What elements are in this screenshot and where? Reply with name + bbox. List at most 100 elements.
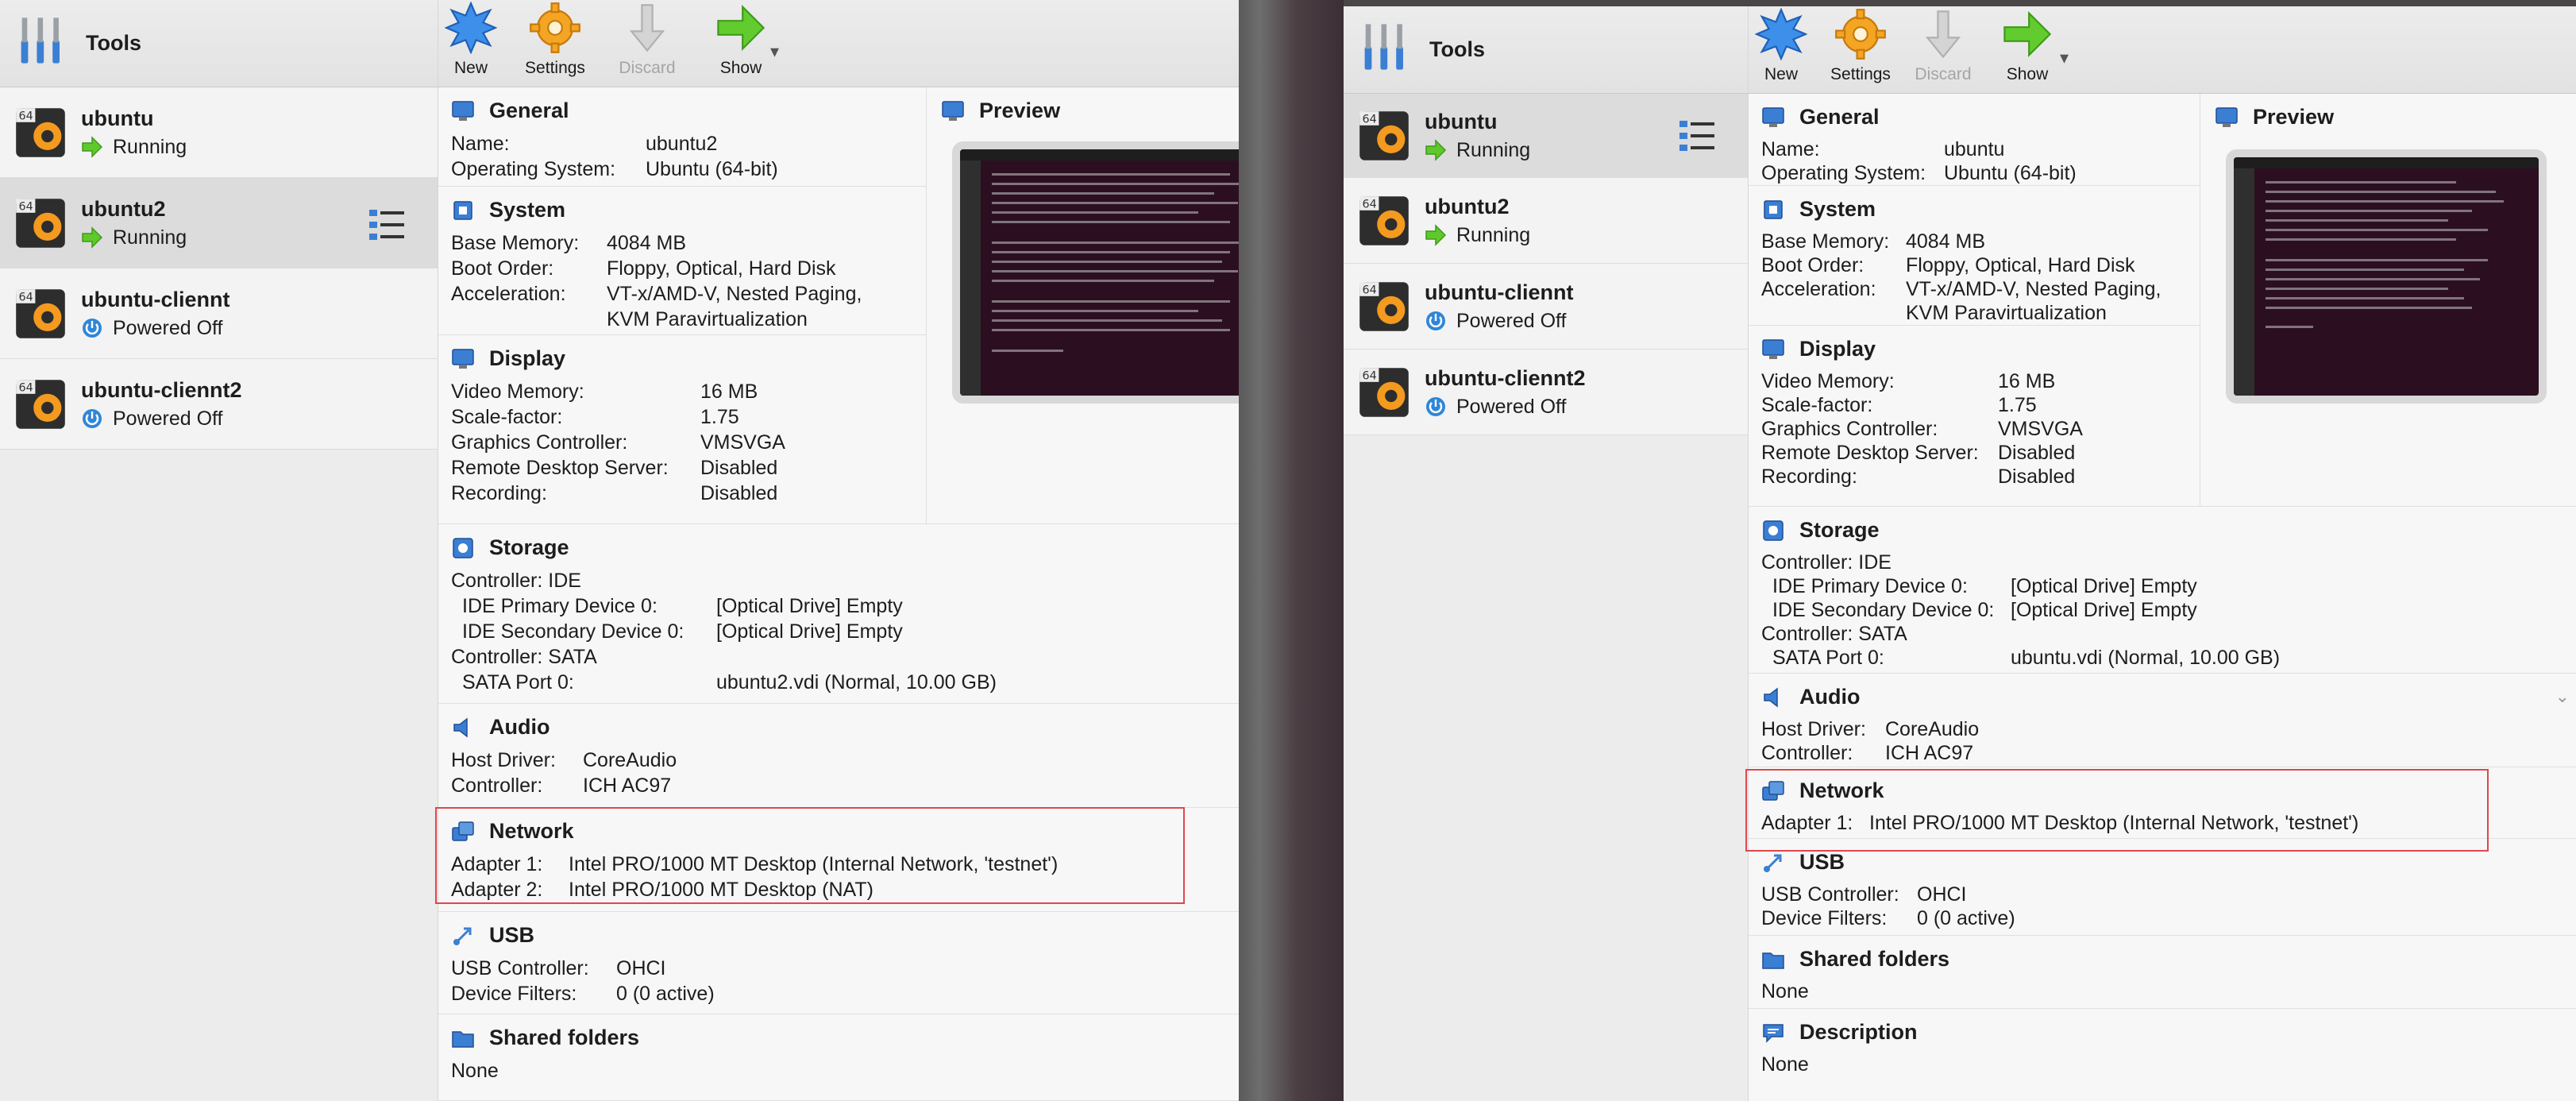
section-header-system[interactable]: System [1761,197,2200,222]
section-title: Description [1799,1020,1918,1044]
section-header-audio[interactable]: Audio [451,715,1239,740]
section-title: Preview [979,99,1061,122]
vm-state-label: Running [113,135,187,158]
svg-text:64: 64 [1363,284,1377,296]
svg-text:64: 64 [19,291,33,303]
section-header-system[interactable]: System [451,198,926,222]
field-value: Disabled [700,482,778,504]
section-header-storage[interactable]: Storage [1761,518,2576,543]
vm-state-label: Running [1456,138,1531,161]
show-dropdown-icon[interactable]: ▾ [770,41,779,62]
section-title: Storage [1799,518,1880,542]
vm-item-ubuntu2[interactable]: 64 ubuntu2 Running [0,178,438,268]
section-storage: Storage Controller: IDE IDE Primary Devi… [1749,507,2576,674]
show-label: Show [2006,65,2049,83]
section-header-general[interactable]: General [451,99,926,123]
tools-header[interactable]: Tools [1344,6,1749,92]
running-arrow-icon [82,136,103,158]
section-network: Network Adapter 1: Intel PRO/1000 MT Desk… [1749,767,2576,839]
virtualbox-window-right: Tools New Settings Discard Show ▾ 64 ubu… [1344,6,2576,1101]
field-label: Scale-factor: [451,406,563,428]
field-value: ubuntu [1944,138,2005,160]
vm-state-label: Powered Off [1456,395,1567,418]
vm-item-ubuntu-clie-nnt2[interactable]: 64 ubuntu-clie​nnt2 Powered Off [1344,350,1748,435]
section-header-display[interactable]: Display [451,346,926,371]
discard-button[interactable]: Discard [596,0,699,86]
field-value: Ubuntu (64-bit) [646,158,778,180]
field-value: None [1761,980,1809,1002]
section-display: Display Video Memory: 16 MB Scale-factor:… [438,335,926,524]
field-label: IDE Secondary Device 0: [462,620,684,643]
vm-name: ubuntu-clie​nnt2 [81,377,242,402]
field-value: VT-x/AMD-V, Nested Paging, [1906,278,2161,300]
gear-icon [1835,9,1886,60]
section-header-preview[interactable]: Preview [2215,105,2576,129]
new-starburst-icon [445,2,497,54]
field-label: Controller: IDE [1761,551,1892,574]
field-label: Adapter 1: [1761,812,1853,834]
section-usb: USB USB Controller: OHCI Device Filters: 0… [1749,839,2576,936]
vm-state: Powered Off [81,408,241,431]
section-header-shared-folders[interactable]: Shared folders [1761,947,2576,972]
section-header-preview[interactable]: Preview [941,99,1239,123]
field-value: 0 (0 active) [1917,907,2015,929]
section-header-shared-folders[interactable]: Shared folders [451,1026,1239,1050]
section-network: Network Adapter 1: Intel PRO/1000 MT Desk… [438,808,1239,912]
field-label: Controller: IDE [451,570,581,592]
section-title: Preview [2253,105,2335,129]
vm-item-ubuntu-clie-nnt[interactable]: 64 ubuntu-clie​nnt Powered Off [1344,264,1748,350]
field-value: ubuntu.vdi (Normal, 10.00 GB) [2011,647,2281,669]
section-system: System Base Memory: 4084 MB Boot Order: Fl… [1749,186,2200,326]
settings-button[interactable]: Settings [503,0,607,86]
show-dropdown-icon[interactable]: ▾ [2060,48,2069,68]
field-value: Disabled [700,457,778,479]
section-header-usb[interactable]: USB [451,923,1239,948]
vm-item-ubuntu[interactable]: 64 ubuntu Running [0,87,438,178]
vm-item-ubuntu-clie-nnt[interactable]: 64 ubuntu-clie​nnt Powered Off [0,268,438,359]
running-arrow-icon [1425,224,1447,246]
vm-state-label: Powered Off [1456,309,1567,332]
section-header-description[interactable]: Description [1761,1020,2576,1045]
section-header-general[interactable]: General [1761,105,2200,129]
section-header-usb[interactable]: USB [1761,850,2576,875]
vm-item-ubuntu2[interactable]: 64 ubuntu2 Running [1344,178,1748,264]
field-value: 16 MB [1998,370,2056,392]
section-general: General Name: ubuntu2 Operating System: Ub… [438,87,926,187]
section-collapse-chevron-icon[interactable]: ⌄ [2555,686,2570,707]
ubuntu-vm-icon: 64 [1359,195,1409,245]
power-off-icon [83,319,102,338]
system-chip-icon [1764,199,1783,219]
field-value: 4084 MB [607,232,687,254]
field-value: ICH AC97 [1885,742,1974,764]
field-value: [Optical Drive] Empty [716,620,903,643]
vm-item-ubuntu-clie-nnt2[interactable]: 64 ubuntu-clie​nnt2 Powered Off [0,359,438,450]
storage-disk-icon [1763,520,1784,541]
power-off-icon [83,409,102,428]
field-label: SATA Port 0: [462,671,574,693]
section-title: Audio [489,715,550,739]
section-header-network[interactable]: Network [451,819,1239,844]
section-audio: Audio Host Driver: CoreAudio Controller: I… [1749,674,2576,767]
vm-state: Powered Off [1425,310,1573,333]
ubuntu-vm-icon: 64 [16,107,65,157]
section-title: USB [489,923,535,947]
discard-arrow-icon [1925,10,1961,59]
section-header-network[interactable]: Network [1761,778,2576,803]
vm-details-menu-icon[interactable] [368,205,407,245]
vm-item-ubuntu[interactable]: 64 ubuntu Running [1344,94,1748,178]
section-header-display[interactable]: Display [1761,337,2200,361]
section-header-storage[interactable]: Storage [451,535,1239,560]
tools-header[interactable]: Tools [0,0,438,86]
section-title: Display [489,346,566,370]
field-value: KVM Paravirtualization [1906,302,2107,324]
svg-text:64: 64 [1363,369,1377,382]
svg-text:64: 64 [19,381,33,394]
vm-details-menu-icon[interactable] [1678,116,1718,156]
ubuntu-vm-icon: 64 [1359,110,1409,160]
field-value: 4084 MB [1906,230,1986,253]
preview-monitor-icon [942,100,964,121]
section-header-audio[interactable]: Audio [1761,685,2576,709]
field-value: VT-x/AMD-V, Nested Paging, [607,283,862,305]
show-label: Show [719,59,762,77]
ubuntu-vm-icon: 64 [1359,281,1409,331]
